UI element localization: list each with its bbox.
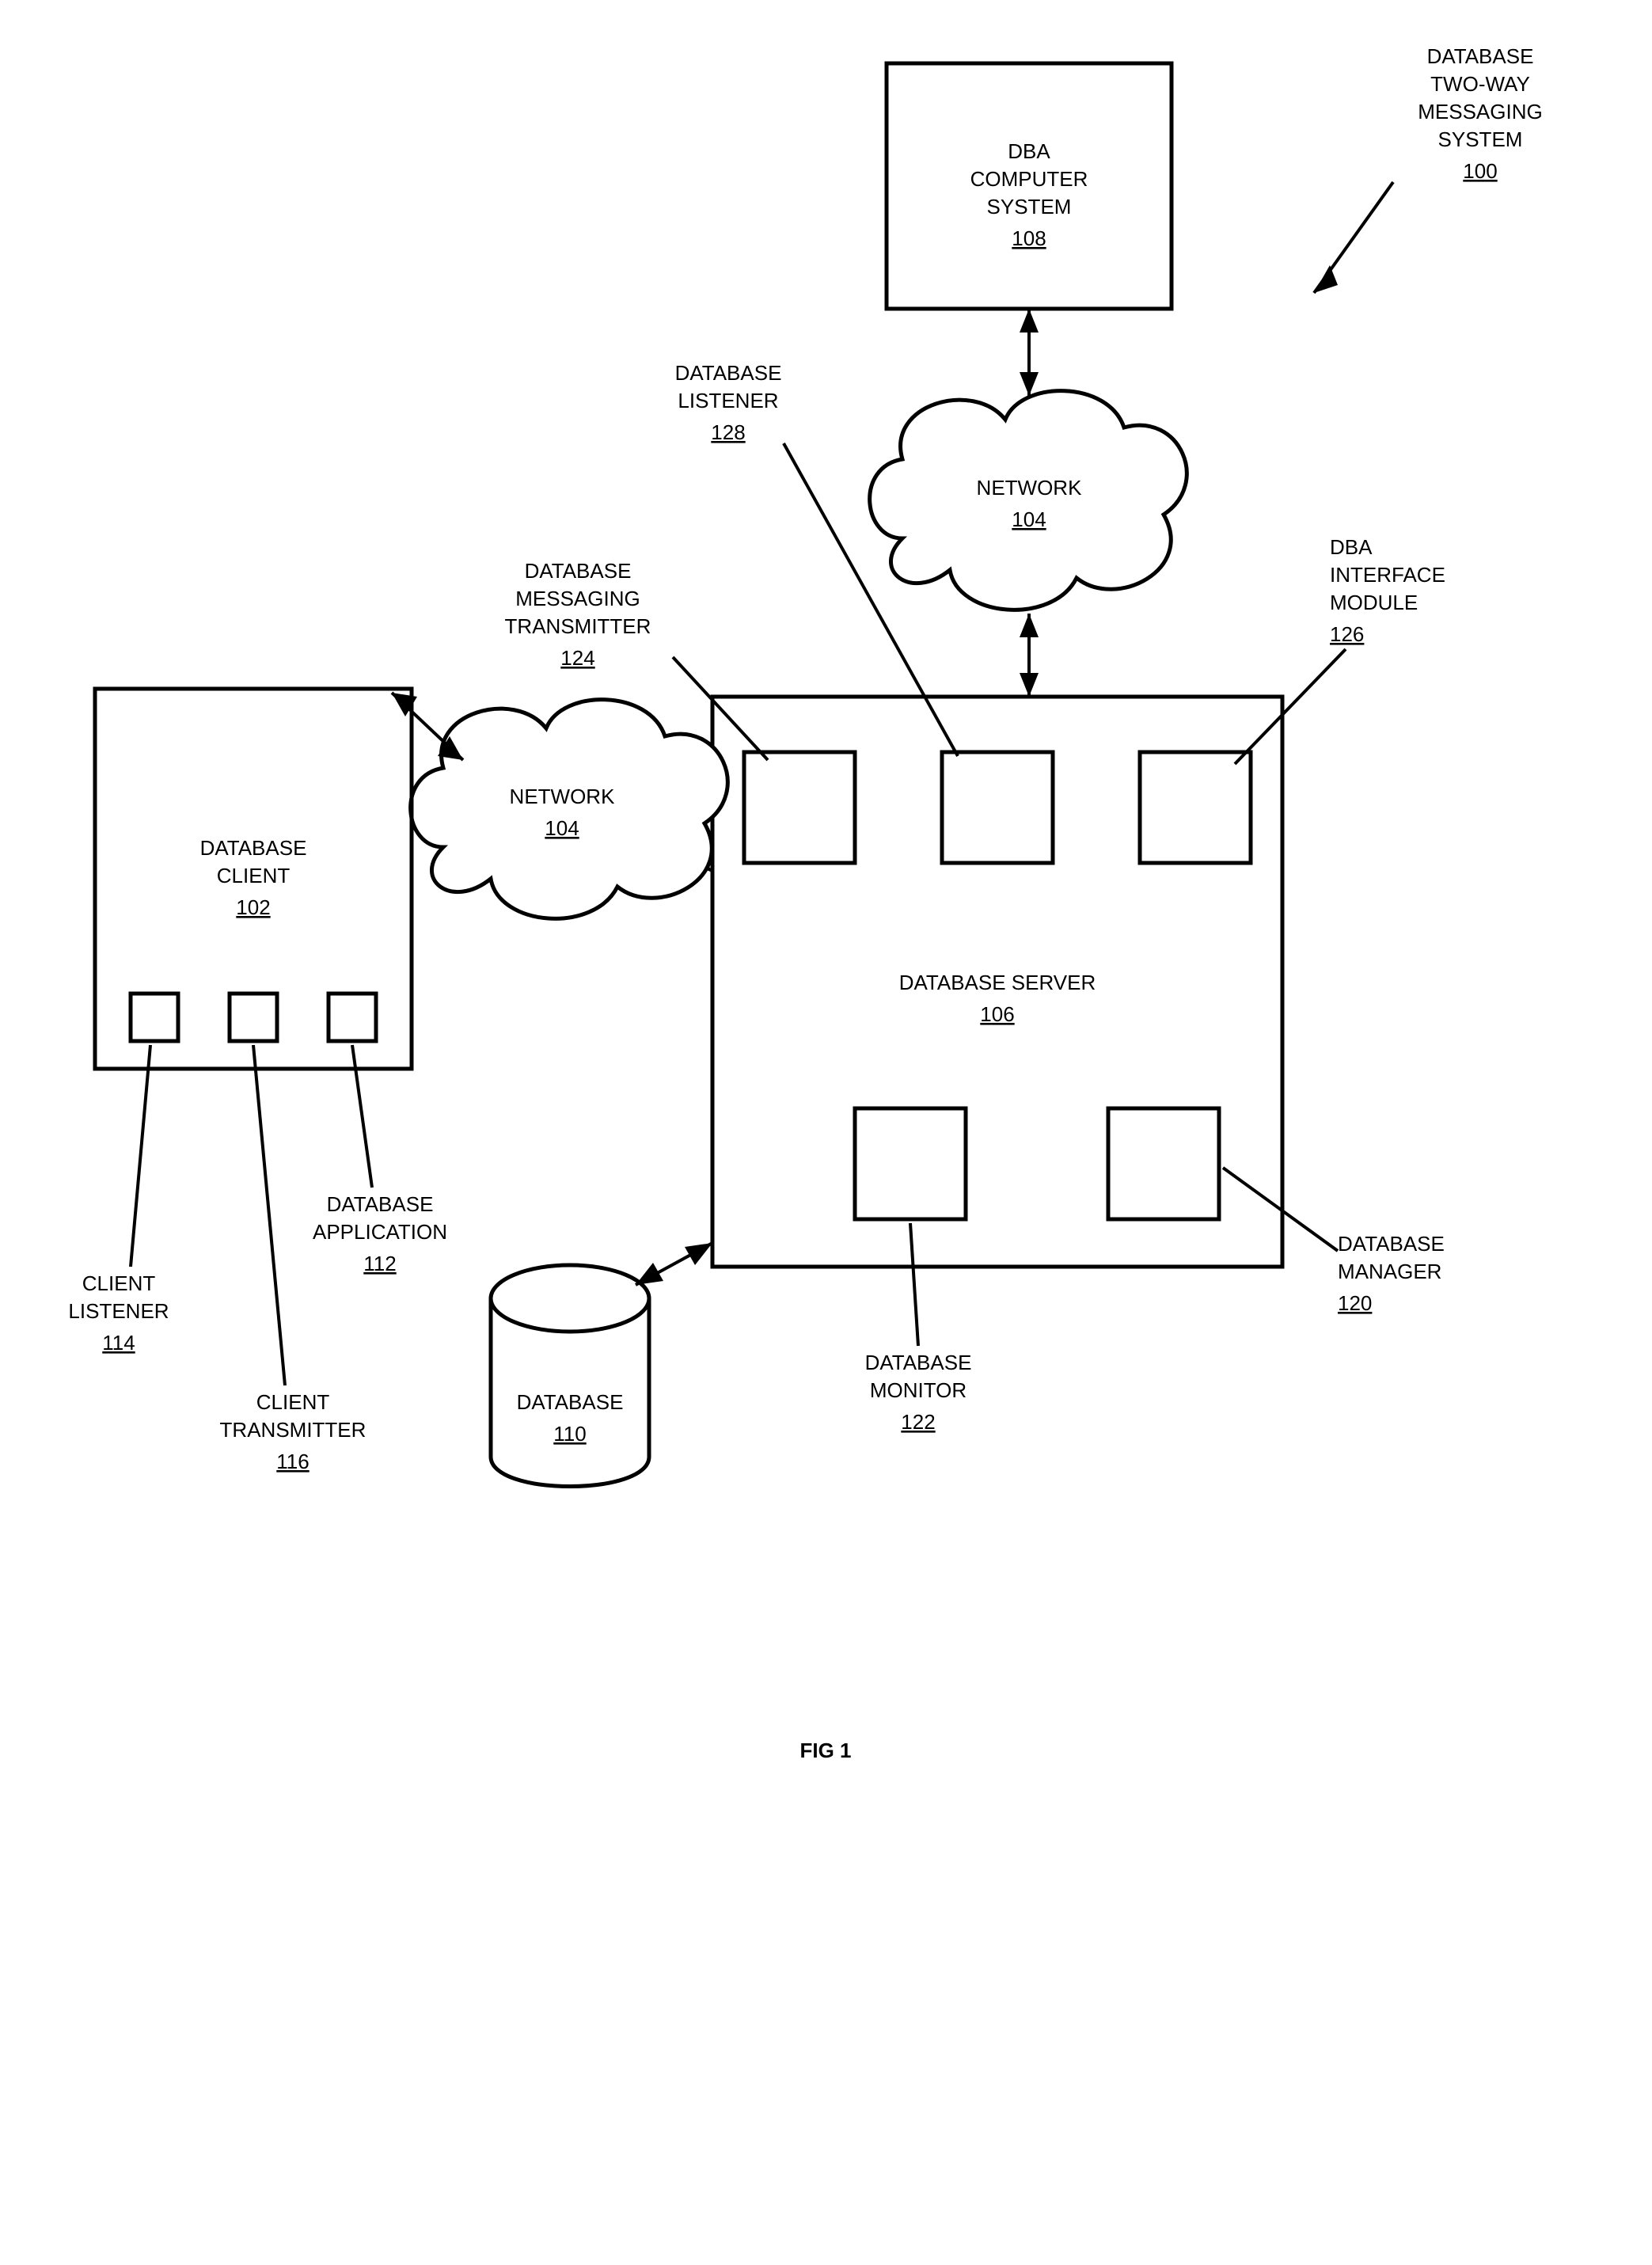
svg-text:104: 104	[1012, 507, 1046, 531]
svg-text:CLIENT: CLIENT	[82, 1271, 156, 1295]
svg-text:120: 120	[1338, 1291, 1372, 1315]
svg-text:APPLICATION: APPLICATION	[313, 1220, 447, 1244]
client-listener-label: CLIENT LISTENER 114	[68, 1271, 169, 1355]
db-msg-transmitter-slot	[744, 752, 855, 863]
svg-text:108: 108	[1012, 226, 1046, 250]
svg-text:NETWORK: NETWORK	[510, 785, 616, 808]
db-application-label: DATABASE APPLICATION 112	[313, 1192, 447, 1275]
database-server-box: DATABASE SERVER 106	[712, 697, 1282, 1267]
svg-text:DATABASE: DATABASE	[525, 559, 632, 583]
svg-text:114: 114	[102, 1331, 135, 1355]
diagram-canvas: DATABASE TWO-WAY MESSAGING SYSTEM 100 DB…	[0, 0, 1652, 2265]
title-label: DATABASE TWO-WAY MESSAGING SYSTEM 100	[1418, 44, 1542, 183]
svg-text:MESSAGING: MESSAGING	[515, 587, 640, 610]
svg-text:DATABASE: DATABASE	[865, 1351, 972, 1374]
svg-text:CLIENT: CLIENT	[256, 1390, 330, 1414]
svg-text:124: 124	[560, 646, 594, 670]
db-listener-label: DATABASE LISTENER 128	[675, 361, 782, 444]
svg-text:106: 106	[980, 1002, 1014, 1026]
svg-text:DATABASE: DATABASE	[1427, 44, 1534, 68]
client-transmitter-label: CLIENT TRANSMITTER 116	[220, 1390, 366, 1473]
svg-text:126: 126	[1330, 622, 1364, 646]
svg-text:CLIENT: CLIENT	[217, 864, 291, 887]
svg-text:MESSAGING: MESSAGING	[1418, 100, 1542, 124]
svg-text:DBA: DBA	[1330, 535, 1373, 559]
svg-text:DATABASE SERVER: DATABASE SERVER	[899, 971, 1096, 994]
dba-interface-slot	[1140, 752, 1251, 863]
svg-text:100: 100	[1463, 159, 1497, 183]
svg-text:MANAGER: MANAGER	[1338, 1260, 1441, 1283]
db-application-slot	[329, 994, 376, 1041]
svg-text:DBA: DBA	[1008, 139, 1050, 163]
svg-text:DATABASE: DATABASE	[200, 836, 307, 860]
database-client-box: DATABASE CLIENT 102	[95, 689, 412, 1069]
database-cylinder: DATABASE 110	[491, 1265, 649, 1487]
svg-text:122: 122	[901, 1410, 935, 1434]
svg-text:DATABASE: DATABASE	[517, 1390, 624, 1414]
client-transmitter-slot	[230, 994, 277, 1041]
svg-text:DATABASE: DATABASE	[1338, 1232, 1445, 1256]
svg-text:DATABASE: DATABASE	[675, 361, 782, 385]
svg-text:INTERFACE: INTERFACE	[1330, 563, 1445, 587]
db-monitor-slot	[855, 1108, 966, 1219]
svg-text:112: 112	[363, 1252, 396, 1275]
svg-text:102: 102	[236, 895, 270, 919]
svg-text:116: 116	[276, 1450, 309, 1473]
svg-text:TRANSMITTER: TRANSMITTER	[505, 614, 651, 638]
svg-text:SYSTEM: SYSTEM	[1438, 127, 1523, 151]
svg-text:110: 110	[553, 1422, 586, 1446]
client-listener-slot	[131, 994, 178, 1041]
figure-caption: FIG 1	[799, 1739, 851, 1762]
dba-interface-label: DBA INTERFACE MODULE 126	[1330, 535, 1445, 646]
network-cloud-right: NETWORK 104	[870, 391, 1187, 610]
svg-text:DATABASE: DATABASE	[327, 1192, 434, 1216]
svg-text:MODULE: MODULE	[1330, 591, 1418, 614]
svg-text:LISTENER: LISTENER	[678, 389, 778, 412]
svg-text:MONITOR: MONITOR	[870, 1378, 967, 1402]
svg-text:COMPUTER: COMPUTER	[970, 167, 1088, 191]
db-manager-slot	[1108, 1108, 1219, 1219]
svg-text:NETWORK: NETWORK	[977, 476, 1083, 500]
db-monitor-label: DATABASE MONITOR 122	[865, 1351, 972, 1434]
network-cloud-left: NETWORK 104	[411, 700, 728, 919]
svg-text:LISTENER: LISTENER	[68, 1299, 169, 1323]
svg-text:104: 104	[545, 816, 579, 840]
svg-text:TRANSMITTER: TRANSMITTER	[220, 1418, 366, 1442]
db-msg-transmitter-label: DATABASE MESSAGING TRANSMITTER 124	[505, 559, 651, 670]
db-listener-slot	[942, 752, 1053, 863]
db-manager-label: DATABASE MANAGER 120	[1338, 1232, 1445, 1315]
dba-computer-system-box: DBA COMPUTER SYSTEM 108	[887, 63, 1172, 309]
svg-text:TWO-WAY: TWO-WAY	[1430, 72, 1530, 96]
svg-text:128: 128	[711, 420, 745, 444]
svg-text:SYSTEM: SYSTEM	[987, 195, 1072, 219]
